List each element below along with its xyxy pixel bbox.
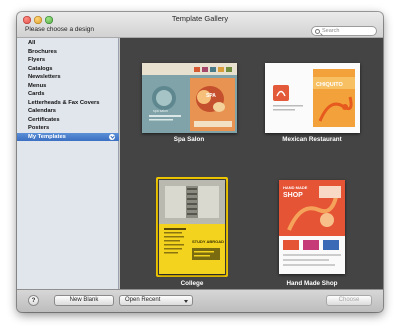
sidebar-item-label: My Templates [28,133,66,140]
college-preview: STUDY ABROAD [159,180,225,274]
sidebar-item-newsletters[interactable]: Newsletters [17,73,119,82]
sidebar-item-label: Brochures [28,48,57,55]
open-recent-popup[interactable]: Open Recent [119,295,193,306]
sidebar-item-certificates[interactable]: Certificates [17,116,119,125]
spa-salon-preview: SPA spa salon [142,63,237,133]
template-thumb-mexican-restaurant[interactable]: CHIQUITO [265,63,360,133]
template-label-spa-salon: Spa Salon [173,136,205,143]
spa-brand-text: SPA [206,93,216,99]
template-thumb-college[interactable]: STUDY ABROAD [159,180,225,274]
sidebar-item-posters[interactable]: Posters [17,124,119,133]
template-gallery-grid: SPA spa salon Spa Salon CHIQUITO Mexican… [120,38,383,289]
search-field[interactable]: Search [311,26,377,36]
template-gallery-window: Template Gallery Please choose a design … [17,12,383,312]
sidebar-item-label: Menus [28,82,47,89]
search-placeholder: Search [322,28,340,34]
title-bar[interactable]: Template Gallery Please choose a design … [17,12,383,38]
template-label-mexican-restaurant: Mexican Restaurant [282,136,342,143]
chevron-down-icon [184,299,188,303]
sidebar-item-label: Posters [28,125,50,131]
sidebar-item-label: Certificates [28,116,60,123]
chevron-down-icon[interactable] [109,134,115,140]
sidebar-item-label: All [28,40,36,46]
help-button[interactable]: ? [28,295,39,306]
sidebar-item-label: Catalogs [28,65,53,72]
sidebar-item-label: Newsletters [28,74,61,80]
template-label-hand-made-shop: Hand Made Shop [286,280,338,287]
sidebar-item-all[interactable]: All [17,39,119,48]
college-headline-text: STUDY ABROAD [192,239,224,244]
choose-design-prompt: Please choose a design [25,26,95,33]
sidebar-item-label: Flyers [28,57,46,63]
template-thumb-spa-salon[interactable]: SPA spa salon [142,63,237,133]
sidebar-item-label: Calendars [28,108,57,114]
sidebar-item-cards[interactable]: Cards [17,90,119,99]
sidebar-item-flyers[interactable]: Flyers [17,56,119,65]
template-label-college: College [180,280,204,287]
handmade-brand-text: HAND MADE [283,185,308,190]
window-title: Template Gallery [171,14,229,23]
shop-brand-text: SHOP [283,192,303,199]
open-recent-label: Open Recent [125,297,161,303]
sidebar-item-my-templates[interactable]: My Templates [17,132,119,141]
sidebar-item-label: Cards [28,91,45,97]
sidebar-item-catalogs[interactable]: Catalogs [17,65,119,74]
new-blank-button[interactable]: New Blank [54,295,114,306]
bottom-toolbar: ? New Blank Open Recent Choose [17,289,383,312]
sidebar-item-label: Letterheads & Fax Covers [28,99,100,106]
sidebar-item-letterheads[interactable]: Letterheads & Fax Covers [17,99,119,108]
spa-brand-sub: spa salon [153,109,168,113]
sidebar-item-calendars[interactable]: Calendars [17,107,119,116]
sidebar-item-brochures[interactable]: Brochures [17,48,119,57]
chiquito-brand-text: CHIQUITO [316,82,344,88]
mexican-restaurant-preview: CHIQUITO [265,63,360,133]
search-icon [315,28,320,34]
choose-button[interactable]: Choose [326,295,372,306]
sidebar-item-menus[interactable]: Menus [17,82,119,91]
category-sidebar: All Brochures Flyers Catalogs Newsletter… [17,38,119,289]
template-thumb-hand-made-shop[interactable]: HAND MADE SHOP [279,180,345,274]
hand-made-shop-preview: HAND MADE SHOP [279,180,345,274]
